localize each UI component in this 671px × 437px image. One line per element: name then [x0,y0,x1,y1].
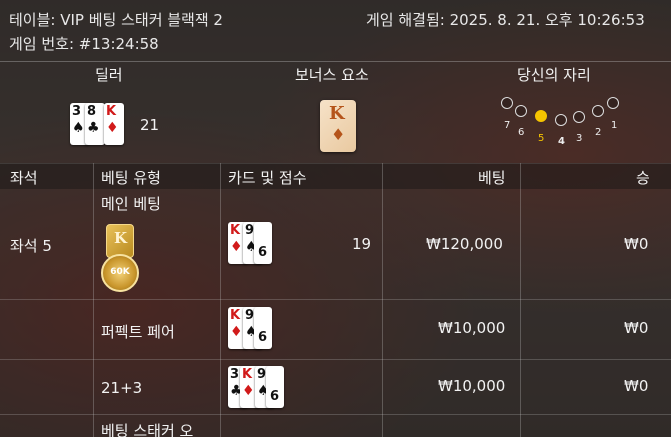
table-row: 베팅 스태커 오 [0,414,671,437]
game-id: 게임 번호: #13:24:58 [9,35,159,53]
seat-2-dot[interactable] [592,105,604,117]
seat-6-dot[interactable] [515,105,527,117]
seat-3-dot[interactable] [573,111,585,123]
table-row: 21+3 3 ♣ K ♦ 9 ♠ 6 ₩10,000 ₩0 [0,359,671,414]
game-header: 테이블: VIP 베팅 스태커 블랙잭 2 게임 번호: #13:24:58 게… [0,0,671,61]
chip-label: 60K [110,267,130,277]
player-card: 6 [254,307,272,349]
bonus-label: 보너스 요소 [295,66,369,84]
col-bet-type: 베팅 유형 [101,169,161,187]
col-cards: 카드 및 점수 [228,169,307,187]
dealer-score: 21 [140,116,160,134]
bet-type: 21+3 [101,379,143,397]
table-header-row: 좌석 베팅 유형 카드 및 점수 베팅 승 [0,163,671,189]
win-amount: ₩0 [624,377,649,395]
seat-4-dot[interactable] [555,114,567,126]
dealer-label: 딜러 [95,66,123,84]
player-card: 6 [266,366,284,408]
seat-1-dot[interactable] [607,97,619,109]
bet-type: 메인 베팅 [101,195,161,213]
dealer-card: K ♦ [104,103,124,145]
seat-3-number: 3 [576,133,583,144]
win-amount: ₩0 [624,235,649,253]
seat-6-number: 6 [518,127,525,138]
dealer-card: 8 ♣ [85,103,105,145]
hand-score: 19 [352,235,372,253]
bet-type: 퍼펙트 페어 [101,323,175,341]
table-row: 퍼펙트 페어 K ♦ 9 ♠ 6 ₩10,000 ₩0 [0,299,671,359]
seat-5-number: 5 [538,133,545,144]
bonus-card-suit: ♦ [331,125,346,144]
col-bet: 베팅 [478,169,506,187]
win-amount: ₩0 [624,319,649,337]
seat-2-number: 2 [595,127,602,138]
bet-amount: ₩10,000 [438,377,506,395]
bet-amount: ₩10,000 [438,319,506,337]
your-seat-label: 당신의 자리 [517,66,591,84]
table-row: 메인 베팅 K 60K K ♦ 9 ♠ 6 19 ₩120,000 ₩0 [0,189,671,299]
bonus-badge: K [106,224,134,258]
divider [0,61,671,62]
seat-5-dot[interactable] [535,110,547,122]
bonus-card: K ♦ [320,100,356,152]
col-win: 승 [636,169,650,187]
bonus-card-rank: K [329,103,345,124]
bet-amount: ₩120,000 [426,235,503,253]
player-card: 6 [254,222,272,264]
col-seat: 좌석 [10,169,38,187]
seat-7-number: 7 [504,120,511,131]
seat-7-dot[interactable] [501,97,513,109]
bonus-badge-rank: K [114,229,128,247]
seat-4-number: 4 [558,136,565,147]
bet-type: 베팅 스태커 오 [101,422,194,437]
chip: 60K [101,254,139,292]
resolved-time: 게임 해결됨: 2025. 8. 21. 오후 10:26:53 [366,11,645,29]
table-title: 테이블: VIP 베팅 스태커 블랙잭 2 [9,11,223,29]
seat-1-number: 1 [611,120,618,131]
